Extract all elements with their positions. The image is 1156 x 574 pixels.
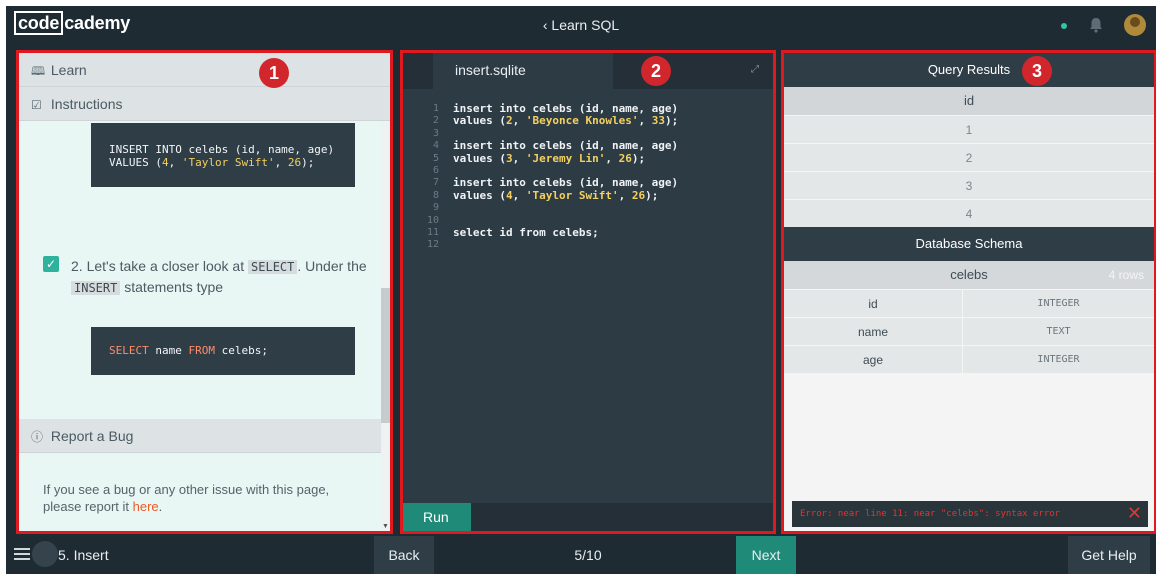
results-row: 4: [784, 199, 1154, 227]
hamburger-menu-icon[interactable]: [14, 547, 30, 561]
line-number: 2: [432, 115, 439, 127]
report-bug-label: Report a Bug: [50, 428, 134, 444]
report-here-link[interactable]: here: [133, 499, 159, 514]
back-button[interactable]: Back: [374, 536, 434, 574]
line-number: 10: [426, 214, 439, 226]
line-number: 1: [432, 103, 439, 114]
line-number: 8: [432, 189, 439, 201]
code-example-select: SELECT name FROM celebs;: [91, 327, 355, 375]
line-number: 3: [432, 127, 439, 139]
code-line: values (4, 'Taylor Swift', 26);: [453, 188, 659, 202]
instruction-step-2: 2. Let's take a closer look at SELECT. U…: [71, 258, 367, 295]
online-status-icon: [1061, 23, 1067, 29]
checkbox-icon: ☑: [31, 98, 42, 112]
line-number: 11: [426, 227, 439, 239]
line-number: 5: [432, 152, 439, 164]
instructions-tab[interactable]: ☑ Instructions: [19, 87, 390, 121]
line-number: 7: [432, 177, 439, 189]
results-row: 2: [784, 143, 1154, 171]
schema-row: id INTEGER: [784, 289, 1154, 318]
error-text: Error: near line 11: near "celebs": synt…: [800, 509, 1061, 519]
line-number: 4: [432, 140, 439, 152]
bug-report-text: If you see a bug or any other issue with…: [43, 482, 330, 514]
instructions-label: Instructions: [50, 96, 123, 112]
close-icon[interactable]: ✕: [1127, 501, 1142, 527]
tab-insert-sqlite[interactable]: insert.sqlite: [433, 53, 613, 89]
learn-tab[interactable]: 🕮 Learn: [19, 53, 390, 87]
results-row: 3: [784, 171, 1154, 199]
inline-code-insert: INSERT: [71, 281, 121, 295]
learn-label: Learn: [50, 62, 87, 78]
app-frame: code cademy ‹ Learn SQL 🕮 Learn ☑ Instruc…: [6, 6, 1156, 574]
run-bar: Run: [403, 503, 773, 531]
query-results-header: Query Results: [784, 53, 1154, 87]
bottom-bar: 5. Insert Back 5/10 Next Get Help: [6, 536, 1156, 574]
database-schema-header: Database Schema: [784, 227, 1154, 261]
results-row: 1: [784, 115, 1154, 143]
expand-icon[interactable]: ⤢: [751, 64, 759, 75]
user-avatar[interactable]: [1124, 14, 1146, 36]
annotation-badge-3: 3: [1022, 56, 1052, 86]
progress-circle-icon: [32, 541, 58, 567]
error-message-bar: Error: near line 11: near "celebs": synt…: [792, 501, 1148, 527]
step-complete-check-icon[interactable]: ✓: [43, 256, 59, 272]
learn-panel: 🕮 Learn ☑ Instructions INSERT INTO celeb…: [16, 50, 393, 534]
line-number: 9: [432, 202, 439, 214]
schema-table-header: celebs 4 rows: [784, 261, 1154, 289]
question-circle-icon: ⓘ: [31, 430, 44, 444]
code-line: values (2, 'Beyonce Knowles', 33);: [453, 114, 679, 128]
get-help-button[interactable]: Get Help: [1068, 536, 1150, 574]
lesson-title[interactable]: 5. Insert: [58, 547, 109, 563]
run-button[interactable]: Run: [403, 503, 471, 531]
schema-row: age INTEGER: [784, 345, 1154, 374]
report-bug-section[interactable]: ⓘ Report a Bug: [19, 419, 381, 453]
editor-panel: insert.sqlite ⤢ 1 2 3 4 5 6 7 8 9 10 11 12 insert i…: [400, 50, 776, 534]
annotation-badge-1: 1: [259, 58, 289, 88]
scrollbar-thumb[interactable]: [381, 288, 390, 423]
annotation-badge-2: 2: [641, 56, 671, 86]
code-line: INSERT INTO celebs (id, name, age): [109, 143, 335, 156]
code-editor[interactable]: insert into celebs (id, name, age) values…: [453, 102, 679, 252]
code-line: VALUES (4, 'Taylor Swift', 26);: [109, 156, 315, 169]
editor-tab-bar: insert.sqlite ⤢: [403, 53, 773, 89]
book-icon: 🕮: [31, 64, 46, 78]
top-bar: code cademy ‹ Learn SQL: [6, 6, 1156, 44]
next-button[interactable]: Next: [736, 536, 796, 574]
code-line: select id from celebs;: [453, 225, 599, 239]
code-example-insert: INSERT INTO celebs (id, name, age) VALUES…: [91, 123, 355, 187]
schema-row: name TEXT: [784, 317, 1154, 346]
line-number-gutter: 1 2 3 4 5 6 7 8 9 10 11 12: [423, 103, 439, 252]
line-number: 6: [432, 165, 439, 177]
schema-row-count: 4 rows: [1108, 268, 1144, 282]
line-number: 12: [426, 239, 439, 251]
scroll-down-arrow-icon[interactable]: ▼: [382, 523, 389, 530]
inline-code-select: SELECT: [248, 260, 298, 274]
page-counter: 5/10: [574, 547, 602, 563]
schema-table-name: celebs: [950, 267, 988, 282]
results-column-header: id: [784, 87, 1154, 115]
bell-icon[interactable]: [1089, 17, 1103, 33]
code-line: values (3, 'Jeremy Lin', 26);: [453, 151, 646, 165]
course-title-link[interactable]: ‹ Learn SQL: [6, 17, 1156, 33]
results-panel: Query Results id 1 2 3 4 Database Schema…: [781, 50, 1156, 534]
